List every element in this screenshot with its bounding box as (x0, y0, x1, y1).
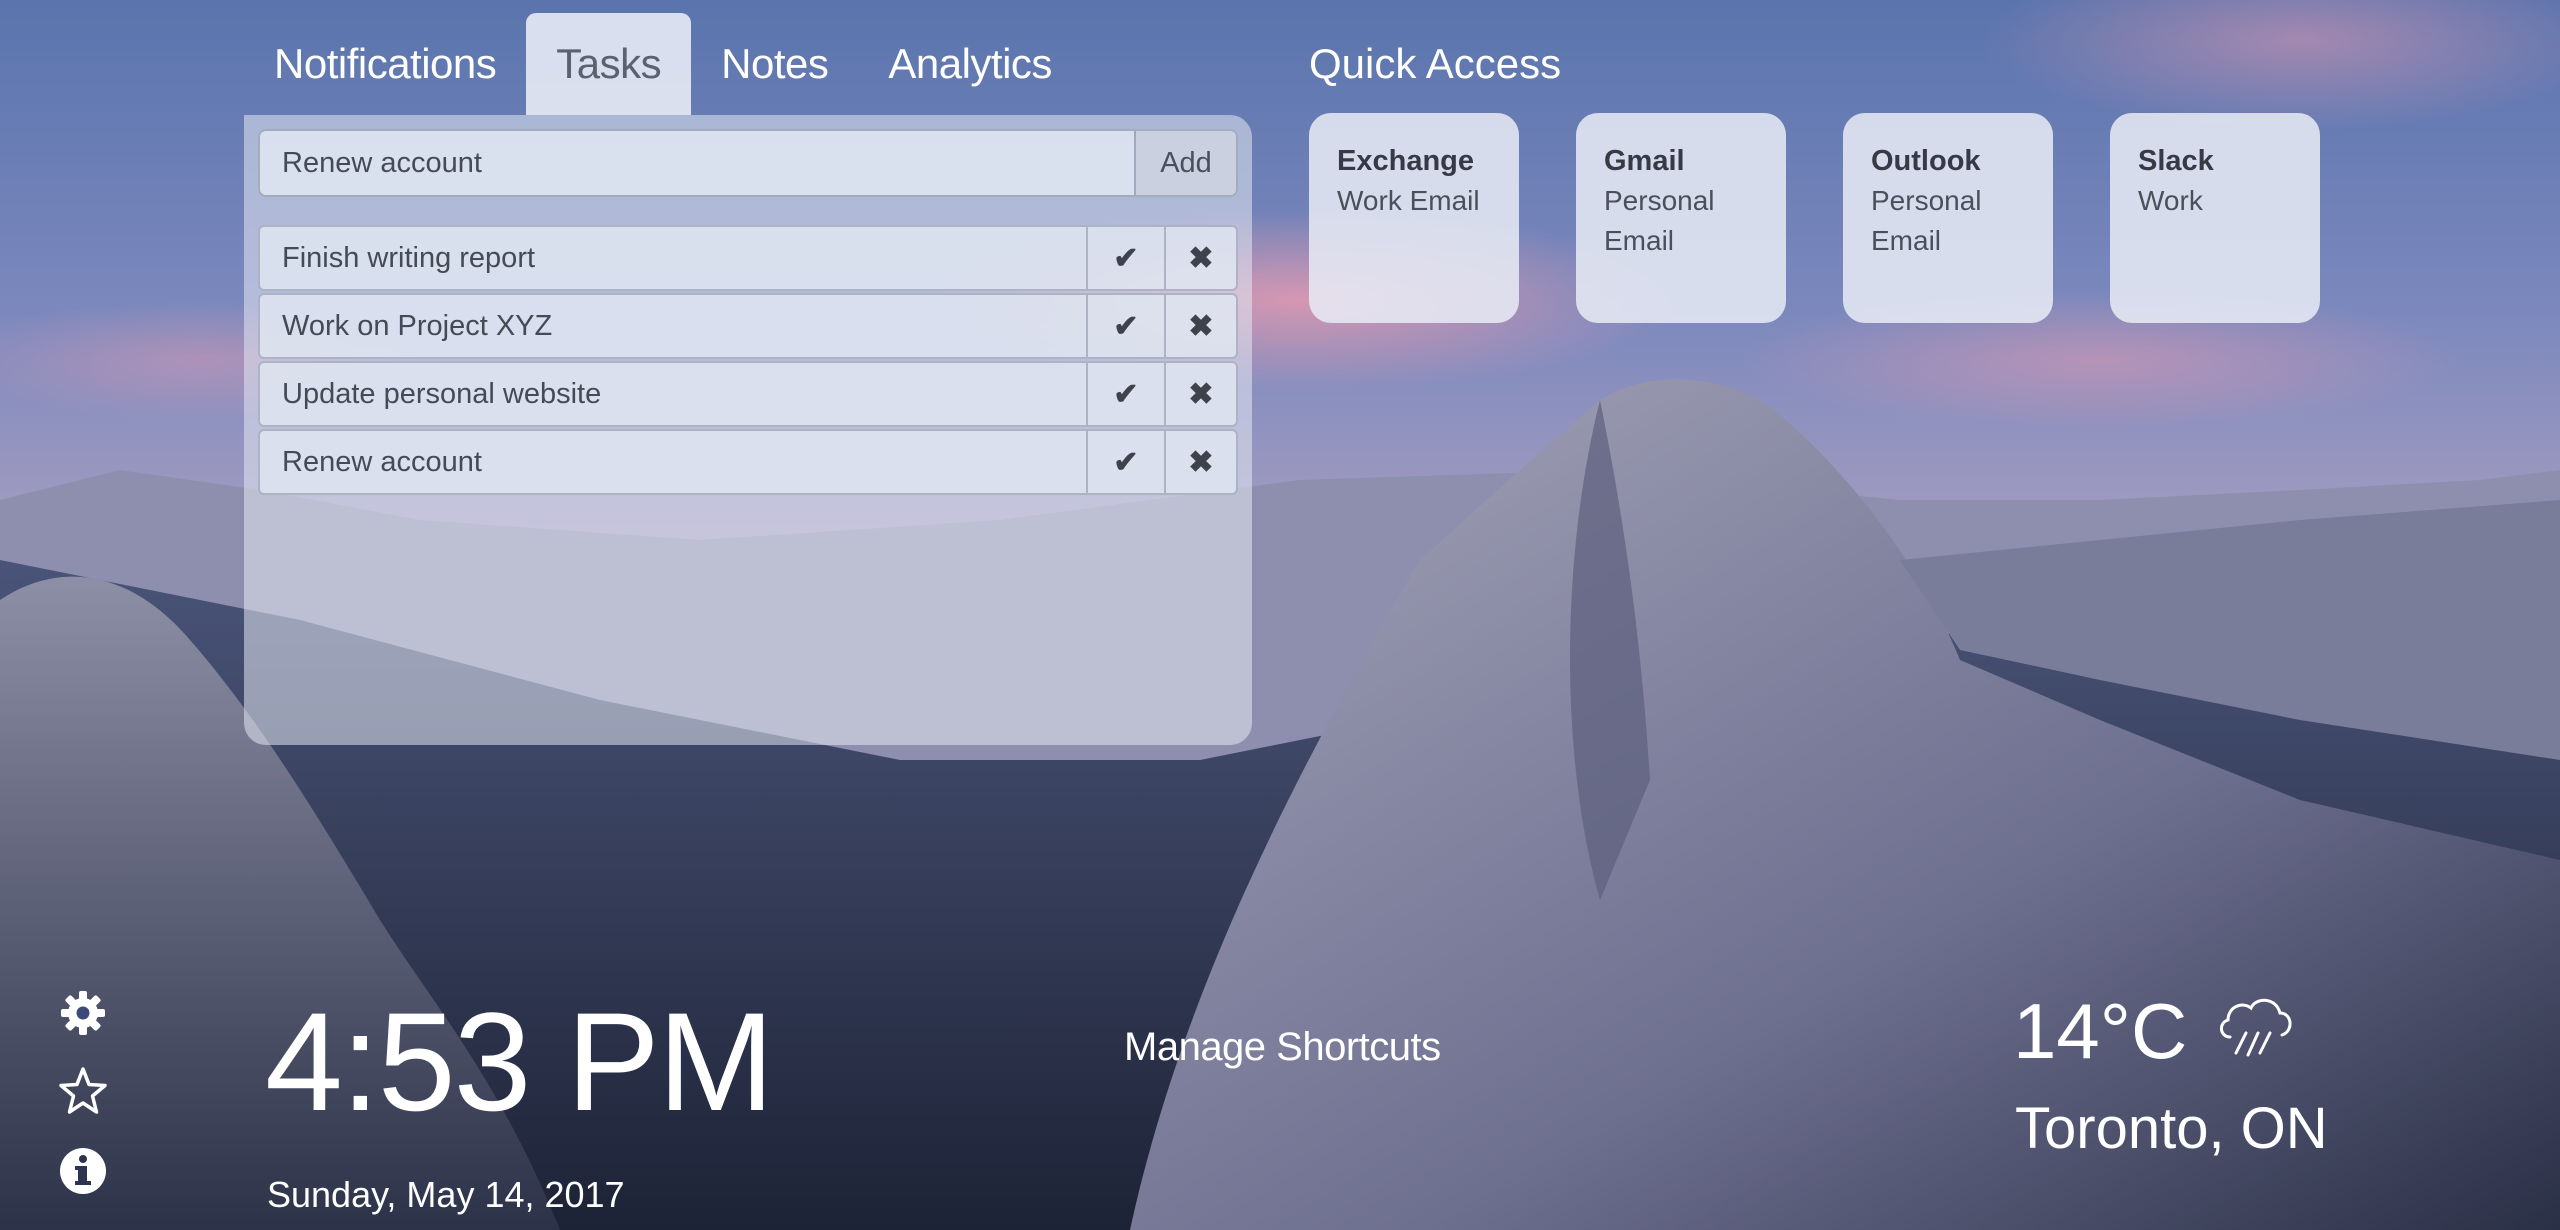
tab-analytics[interactable]: Analytics (858, 13, 1082, 115)
task-label: Work on Project XYZ (282, 309, 553, 342)
clock-time: 4:53 PM (265, 983, 774, 1140)
info-icon[interactable] (58, 1146, 108, 1196)
clock-date: Sunday, May 14, 2017 (267, 1174, 625, 1215)
add-task-row: Add (258, 129, 1238, 197)
checkmark-icon: ✔ (1113, 309, 1139, 343)
task-item: Renew account ✔ ✖ (258, 429, 1238, 495)
complete-task-button[interactable]: ✔ (1086, 363, 1164, 425)
task-label: Update personal website (282, 377, 602, 410)
task-item: Finish writing report ✔ ✖ (258, 225, 1238, 291)
shortcut-card-outlook[interactable]: Outlook Personal Email (1843, 113, 2053, 323)
shortcut-title: Outlook (1871, 145, 1981, 177)
tab-bar: Notifications Tasks Notes Analytics (244, 13, 1082, 115)
star-icon[interactable] (58, 1066, 108, 1116)
complete-task-button[interactable]: ✔ (1086, 431, 1164, 493)
task-item: Update personal website ✔ ✖ (258, 361, 1238, 427)
weather-temperature: 14°C (2013, 987, 2188, 1075)
x-icon: ✖ (1188, 377, 1214, 411)
checkmark-icon: ✔ (1113, 445, 1139, 479)
task-item: Work on Project XYZ ✔ ✖ (258, 293, 1238, 359)
delete-task-button[interactable]: ✖ (1164, 431, 1236, 493)
shortcut-subtitle: Work (2138, 185, 2203, 216)
gear-icon[interactable] (58, 988, 108, 1038)
shortcut-card-slack[interactable]: Slack Work (2110, 113, 2320, 323)
delete-task-button[interactable]: ✖ (1164, 295, 1236, 357)
tab-notes[interactable]: Notes (691, 13, 858, 115)
task-label: Finish writing report (282, 241, 536, 274)
shortcut-title: Exchange (1337, 145, 1474, 177)
new-task-input[interactable] (260, 131, 1134, 195)
tab-notifications[interactable]: Notifications (244, 13, 526, 115)
task-list: Finish writing report ✔ ✖ Work on Projec… (258, 225, 1238, 497)
quick-access-title: Quick Access (1309, 40, 1562, 87)
tab-tasks[interactable]: Tasks (526, 13, 692, 115)
x-icon: ✖ (1188, 445, 1214, 479)
shortcut-subtitle: Work Email (1337, 185, 1480, 216)
manage-shortcuts-link[interactable]: Manage Shortcuts (1124, 1025, 1441, 1070)
shortcut-subtitle: Personal Email (1871, 185, 1982, 256)
shortcut-subtitle: Personal Email (1604, 185, 1715, 256)
x-icon: ✖ (1188, 309, 1214, 343)
add-task-button[interactable]: Add (1134, 131, 1236, 195)
delete-task-button[interactable]: ✖ (1164, 363, 1236, 425)
shortcut-card-gmail[interactable]: Gmail Personal Email (1576, 113, 1786, 323)
checkmark-icon: ✔ (1113, 377, 1139, 411)
shortcut-card-exchange[interactable]: Exchange Work Email (1309, 113, 1519, 323)
tasks-panel: Add Finish writing report ✔ ✖ Work on Pr… (244, 115, 1252, 745)
x-icon: ✖ (1188, 241, 1214, 275)
complete-task-button[interactable]: ✔ (1086, 295, 1164, 357)
checkmark-icon: ✔ (1113, 241, 1139, 275)
cloud-rain-icon (2220, 998, 2292, 1057)
shortcut-title: Gmail (1604, 145, 1685, 177)
delete-task-button[interactable]: ✖ (1164, 227, 1236, 289)
weather-location: Toronto, ON (2015, 1096, 2328, 1161)
task-label: Renew account (282, 445, 482, 478)
shortcut-title: Slack (2138, 145, 2214, 177)
complete-task-button[interactable]: ✔ (1086, 227, 1164, 289)
